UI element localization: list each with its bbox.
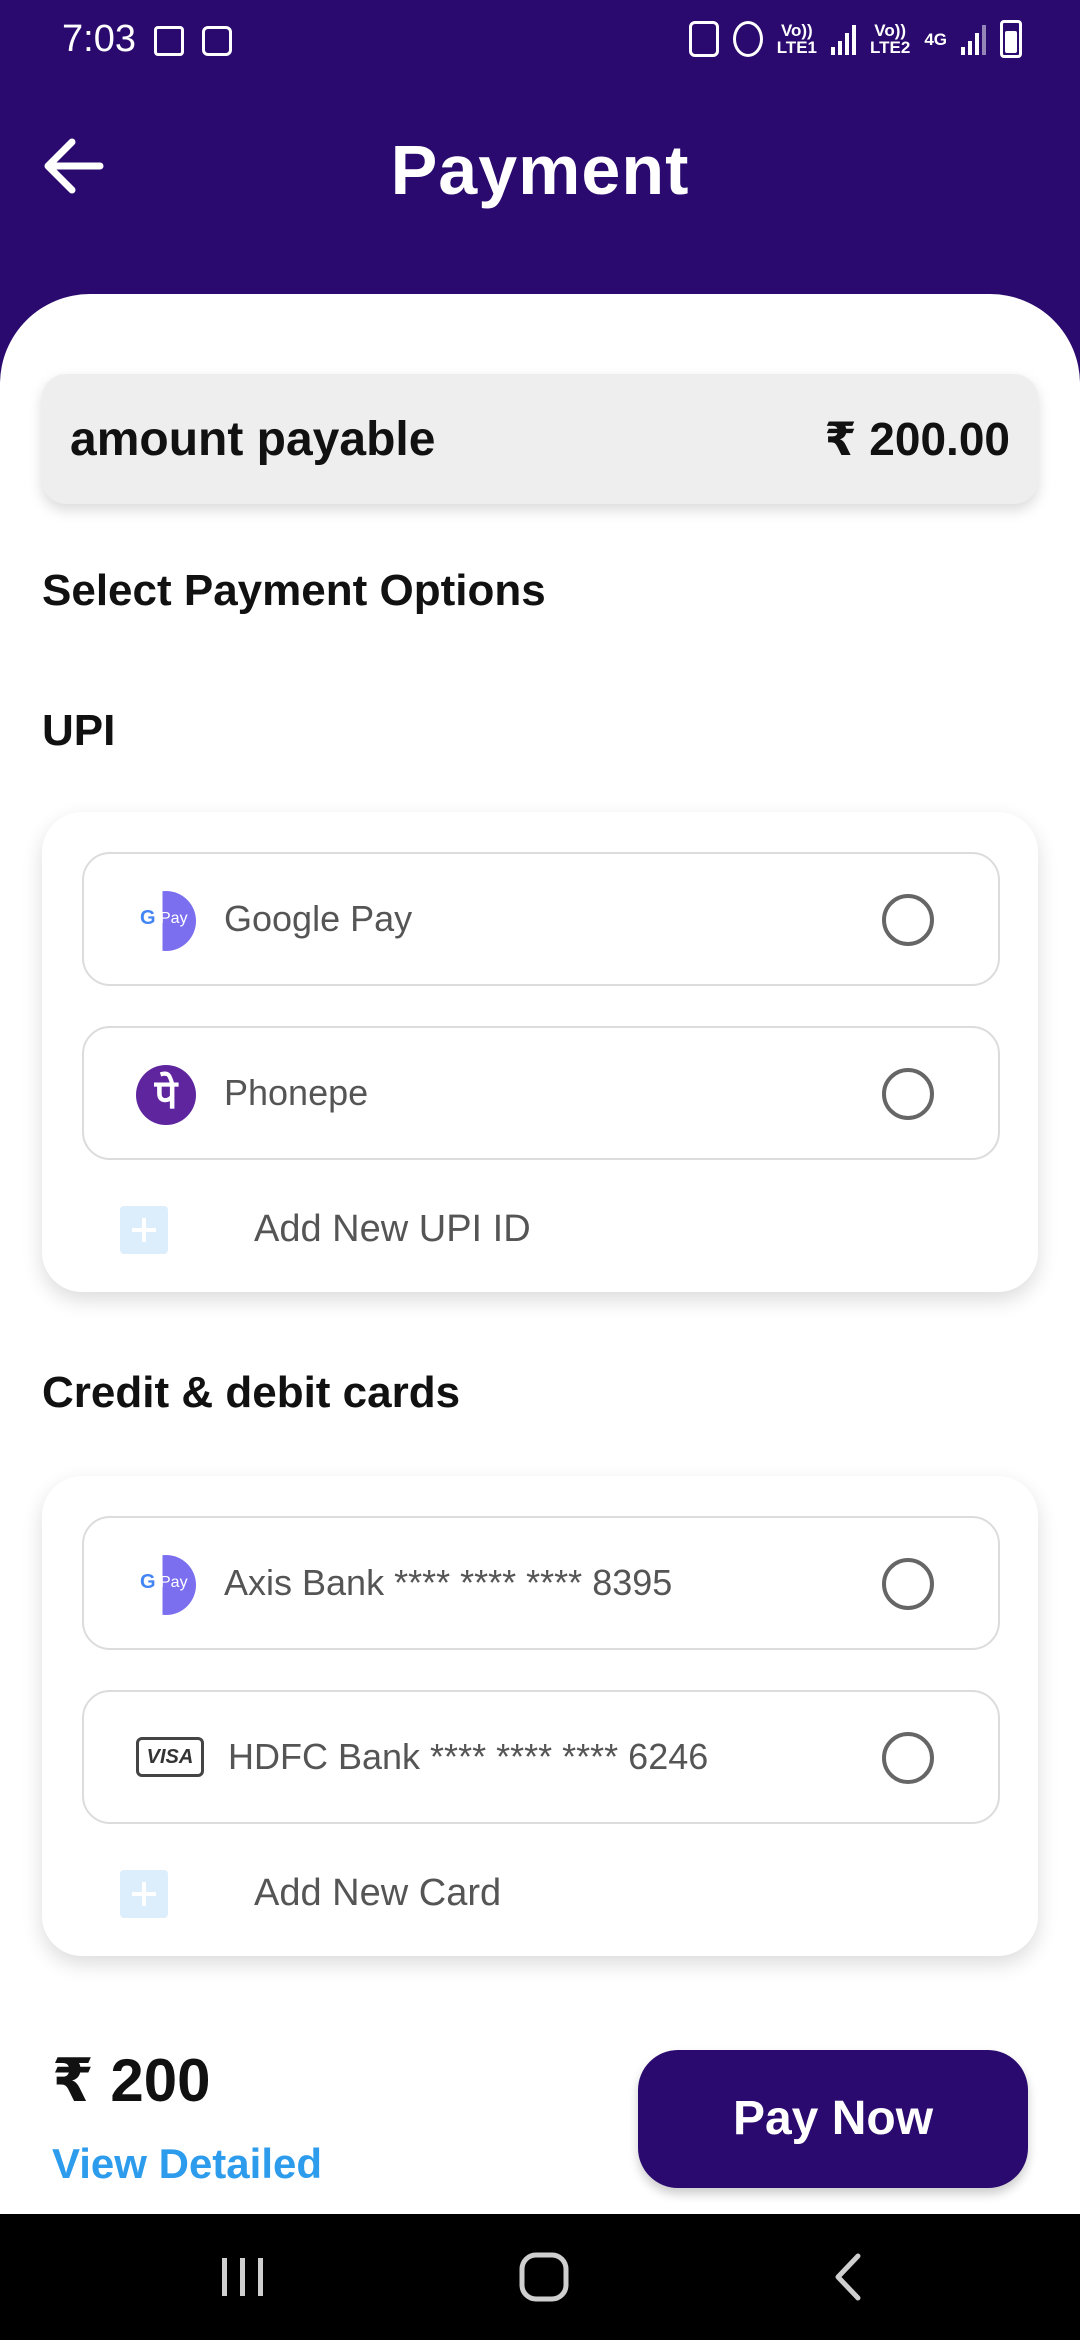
plus-icon [120, 1870, 168, 1918]
recent-apps-button[interactable] [172, 2214, 312, 2340]
gallery-notification-icon [154, 26, 184, 56]
lte2-label: Vo)) LTE2 [870, 21, 911, 57]
select-payment-title: Select Payment Options [42, 566, 546, 615]
total-amount: ₹ 200 [52, 2047, 211, 2114]
amount-value: ₹ 200.00 [824, 413, 1010, 465]
amount-payable-card: amount payable ₹ 200.00 [42, 374, 1038, 504]
signal-icon-2 [961, 23, 986, 55]
phonepe-icon: पे [136, 1065, 196, 1125]
view-detailed-link[interactable]: View Detailed [52, 2140, 322, 2188]
upi-options-card: G Pay Google Pay पे Phonepe Add New UPI … [42, 812, 1038, 1292]
radio-button[interactable] [882, 1558, 934, 1610]
chevron-left-icon [835, 2253, 861, 2301]
sync-icon [688, 21, 719, 57]
battery-icon [1000, 20, 1022, 58]
add-card-button[interactable]: Add New Card [120, 1864, 720, 1924]
app-notification-icon [202, 26, 232, 56]
option-label: HDFC Bank **** **** **** 6246 [228, 1736, 709, 1777]
add-upi-button[interactable]: Add New UPI ID [120, 1200, 720, 1260]
visa-icon: VISA [136, 1737, 204, 1777]
radio-button[interactable] [882, 894, 934, 946]
page-title: Payment [390, 131, 690, 209]
plus-icon [120, 1206, 168, 1254]
add-card-label: Add New Card [254, 1872, 502, 1914]
payment-screen: 7:03 Vo)) LTE1 Vo)) LTE2 4G Payment amou… [0, 0, 1080, 2340]
status-icons: Vo)) LTE1 Vo)) LTE2 4G [688, 20, 1022, 58]
upi-section-title: UPI [42, 706, 116, 755]
home-button[interactable] [472, 2214, 612, 2340]
option-label: Google Pay [224, 898, 413, 939]
pay-now-button[interactable]: Pay Now [638, 2050, 1028, 2188]
alarm-icon [732, 21, 763, 57]
cards-section-title: Credit & debit cards [42, 1368, 461, 1417]
card-option-axis-bank[interactable]: G Pay Axis Bank **** **** **** 8395 [82, 1516, 1000, 1650]
system-navigation-bar [0, 2214, 1080, 2340]
upi-option-google-pay[interactable]: G Pay Google Pay [82, 852, 1000, 986]
status-bar: 7:03 Vo)) LTE1 Vo)) LTE2 4G [0, 0, 1080, 84]
status-time: 7:03 [62, 18, 136, 60]
card-options-card: G Pay Axis Bank **** **** **** 8395 VISA… [42, 1476, 1038, 1956]
option-label: Phonepe [224, 1072, 369, 1113]
google-pay-icon: G Pay [136, 1555, 196, 1615]
google-pay-icon: G Pay [136, 891, 196, 951]
radio-button[interactable] [882, 1732, 934, 1784]
card-option-hdfc-bank[interactable]: VISA HDFC Bank **** **** **** 6246 [82, 1690, 1000, 1824]
amount-label: amount payable [70, 412, 436, 466]
lte1-label: Vo)) LTE1 [776, 21, 817, 57]
radio-button[interactable] [882, 1068, 934, 1120]
add-upi-label: Add New UPI ID [254, 1208, 531, 1250]
system-back-button[interactable] [776, 2214, 916, 2340]
option-label: Axis Bank **** **** **** 8395 [224, 1562, 673, 1603]
signal-icon [831, 23, 856, 55]
network-type-label: 4G [924, 29, 947, 49]
recent-apps-icon [222, 2258, 263, 2296]
home-icon [519, 2252, 569, 2302]
upi-option-phonepe[interactable]: पे Phonepe [82, 1026, 1000, 1160]
